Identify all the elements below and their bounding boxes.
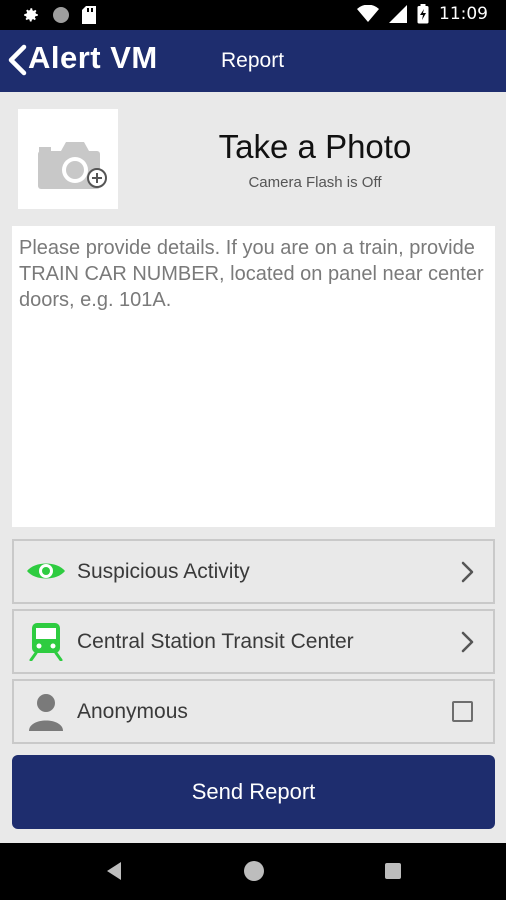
back-chevron-icon[interactable] [6, 44, 30, 76]
category-row[interactable]: Suspicious Activity [12, 539, 495, 604]
status-bar-time: 11:09 [439, 4, 488, 24]
battery-icon [417, 4, 429, 24]
app-bar: Alert VM Report [0, 30, 506, 92]
circle-icon [53, 7, 69, 23]
chevron-right-icon [461, 561, 474, 583]
page-title: Report [221, 49, 285, 72]
anonymous-checkbox[interactable] [452, 701, 473, 722]
navigation-bar [0, 843, 506, 900]
details-input[interactable] [12, 226, 495, 527]
anonymous-row[interactable]: Anonymous [12, 679, 495, 744]
chevron-right-icon [461, 631, 474, 653]
location-row[interactable]: Central Station Transit Center [12, 609, 495, 674]
wifi-icon [357, 5, 379, 22]
back-triangle-icon[interactable] [105, 861, 123, 881]
status-bar: 11:09 [0, 0, 506, 30]
take-photo-title: Take a Photo [218, 128, 412, 165]
person-icon [29, 694, 63, 731]
recents-square-icon[interactable] [385, 863, 401, 879]
send-report-button[interactable]: Send Report [12, 755, 495, 829]
camera-flash-status: Camera Flash is Off [248, 174, 382, 191]
status-bar-right-icons: 11:09 [357, 4, 488, 24]
eye-icon [27, 563, 65, 579]
app-brand[interactable]: Alert VM [28, 40, 158, 76]
home-circle-icon[interactable] [244, 861, 264, 881]
add-photo-button[interactable] [18, 109, 118, 209]
location-label: Central Station Transit Center [77, 630, 354, 653]
camera-add-icon [38, 142, 107, 189]
signal-icon [389, 5, 407, 23]
sd-card-icon [82, 6, 96, 24]
gear-icon [24, 8, 38, 22]
status-bar-left-icons [22, 6, 96, 24]
category-label: Suspicious Activity [77, 560, 250, 583]
anonymous-label: Anonymous [77, 700, 188, 723]
train-icon [29, 623, 63, 661]
